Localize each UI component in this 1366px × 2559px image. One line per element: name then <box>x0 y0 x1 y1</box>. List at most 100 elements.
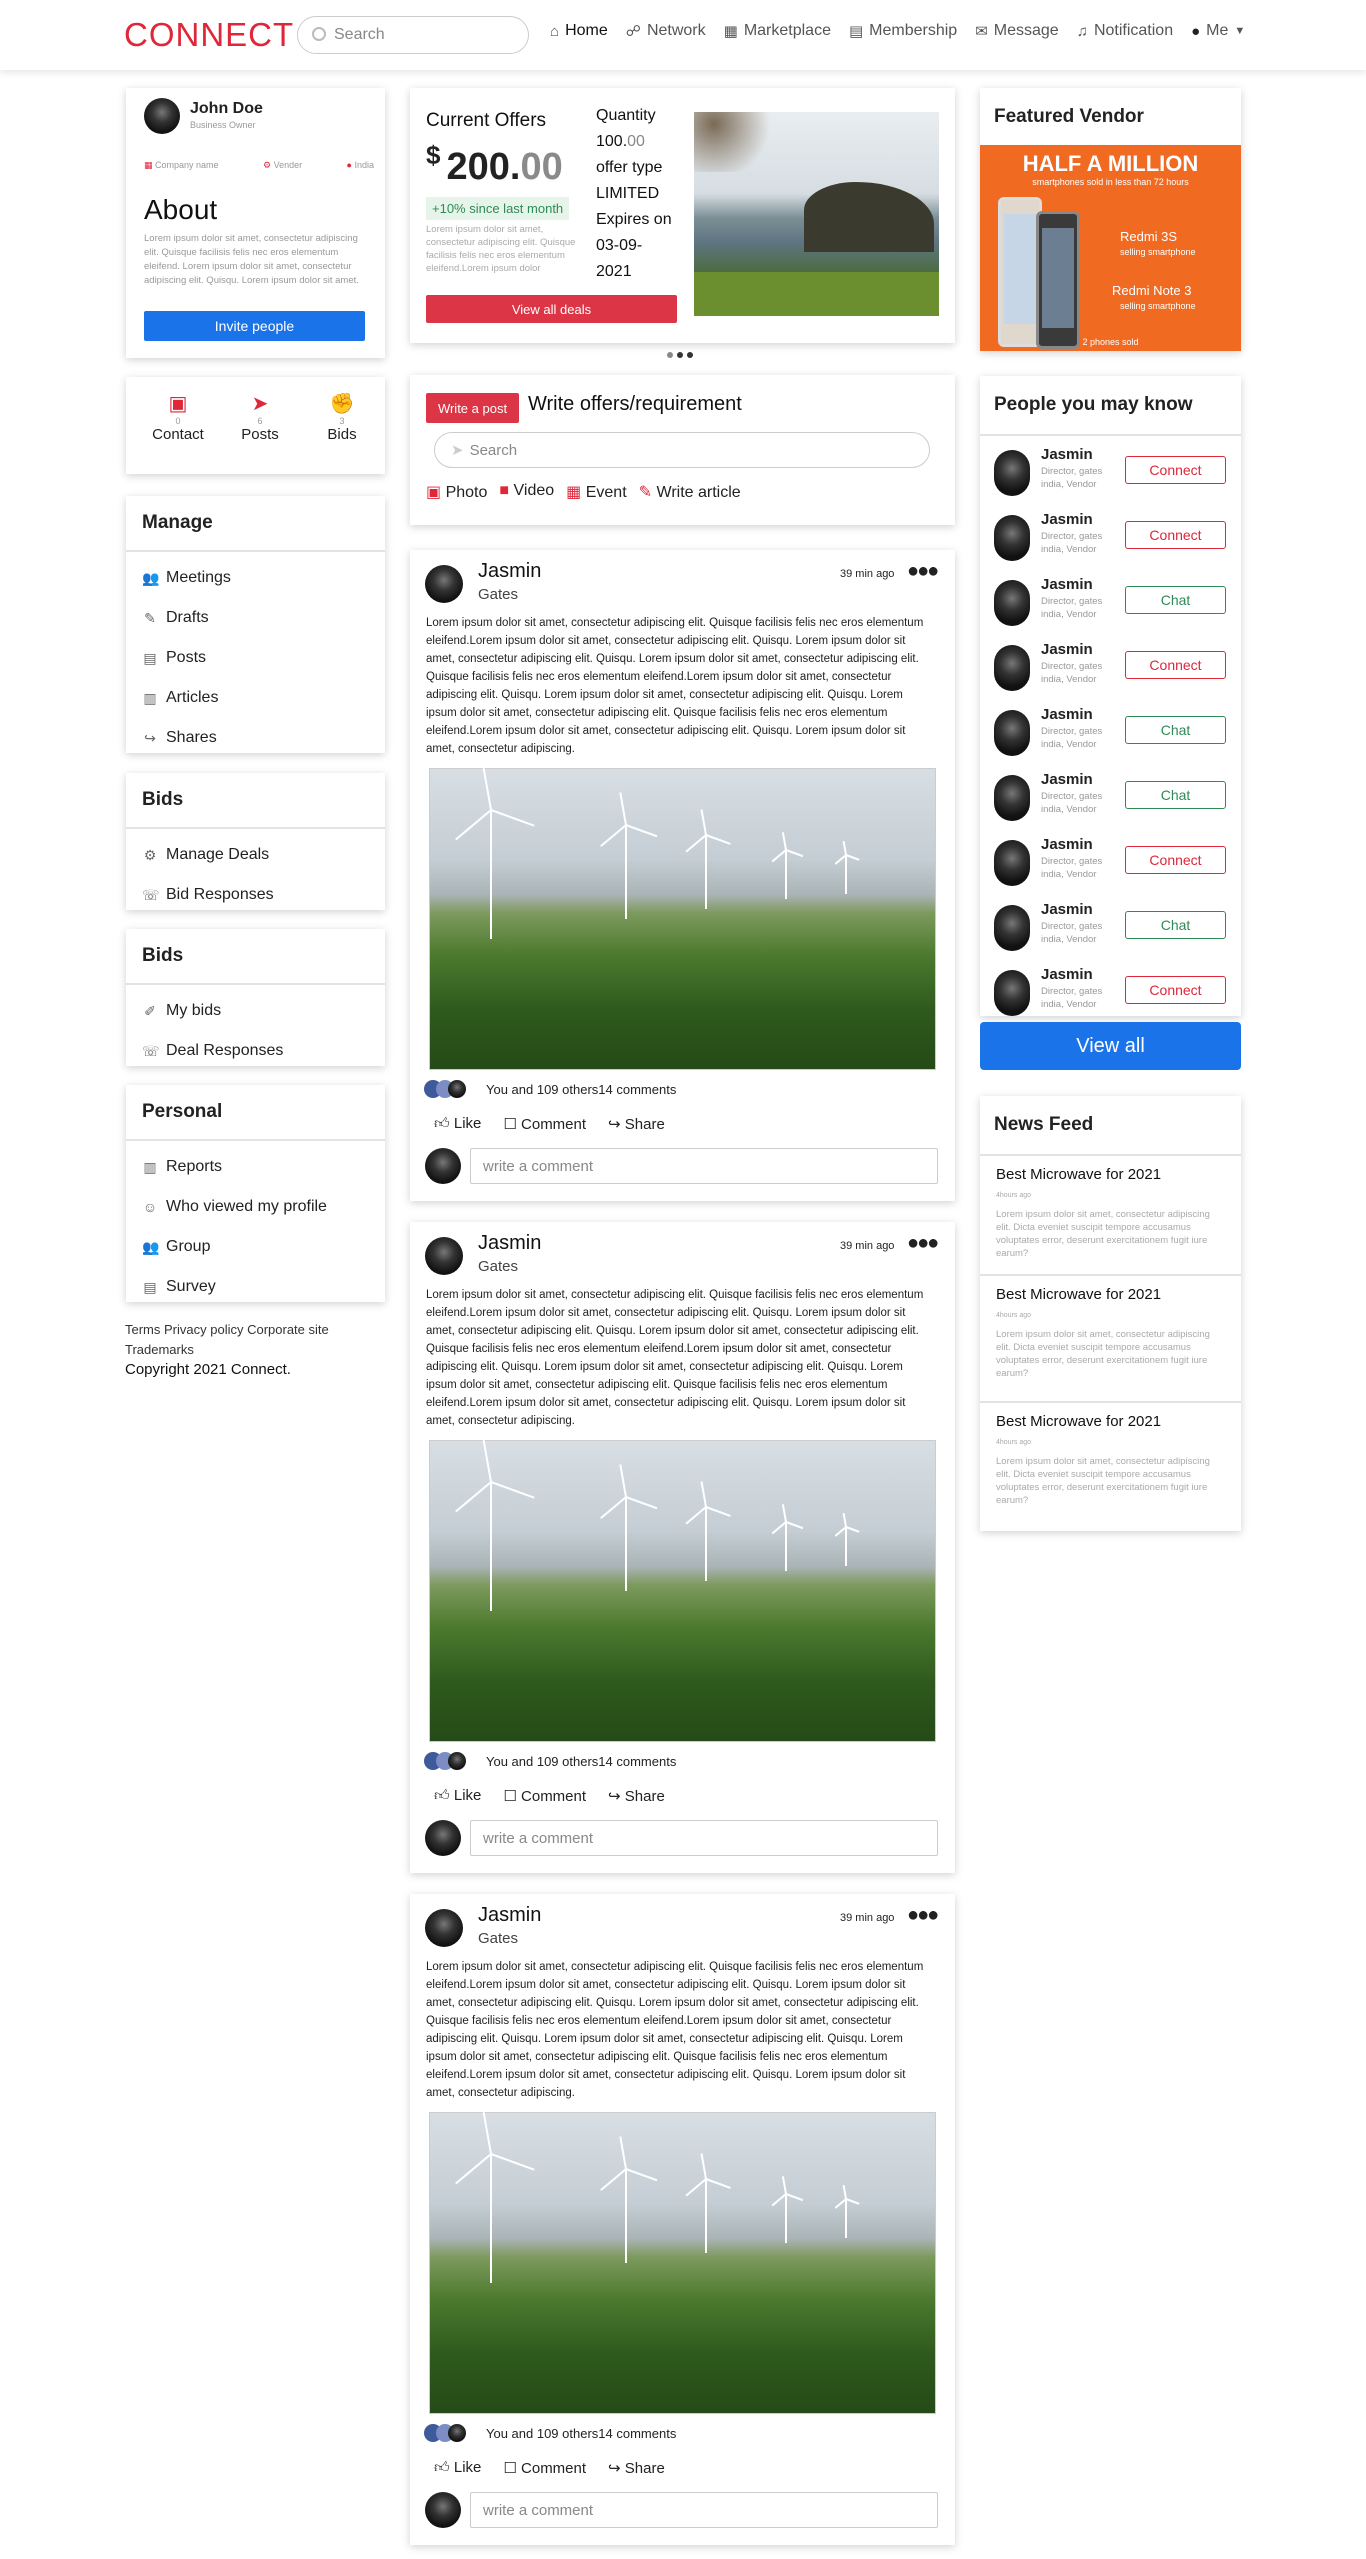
menu-my-bids[interactable]: ✐ My bids <box>126 991 385 1031</box>
menu-drafts[interactable]: ✎ Drafts <box>126 598 385 638</box>
carousel-dot-active[interactable] <box>677 352 683 358</box>
news-item[interactable]: Best Microwave for 2021 4hours ago Lorem… <box>980 1274 1241 1401</box>
video-action[interactable]: ■ Video <box>499 482 554 502</box>
person-name[interactable]: Jasmin <box>1041 641 1093 658</box>
nav-network[interactable]: ☍ Network <box>626 22 706 40</box>
menu-bid-responses[interactable]: ☏ Bid Responses <box>126 875 385 915</box>
news-title[interactable]: Best Microwave for 2021 <box>996 1286 1161 1303</box>
view-all-people-button[interactable]: View all <box>980 1022 1241 1070</box>
stat-posts[interactable]: ➤ 6 Posts <box>230 391 290 443</box>
chat-button[interactable]: Chat <box>1125 586 1226 614</box>
article-action[interactable]: ✎ Write article <box>639 482 741 502</box>
person-avatar[interactable] <box>994 515 1030 561</box>
news-title[interactable]: Best Microwave for 2021 <box>996 1166 1161 1183</box>
chat-button[interactable]: Chat <box>1125 781 1226 809</box>
view-all-deals-button[interactable]: View all deals <box>426 295 677 323</box>
post-avatar[interactable] <box>425 1909 463 1947</box>
nav-message[interactable]: ✉ Message <box>975 22 1059 40</box>
search-input[interactable]: Search <box>297 16 529 54</box>
person-avatar[interactable] <box>994 775 1030 821</box>
carousel-dot[interactable] <box>667 352 673 358</box>
person-name[interactable]: Jasmin <box>1041 771 1093 788</box>
invite-people-button[interactable]: Invite people <box>144 311 365 341</box>
comment-button[interactable]: ☐ Comment <box>503 2459 586 2477</box>
post-author[interactable]: Jasmin <box>478 560 541 583</box>
nav-me[interactable]: ● Me ▼ <box>1191 22 1245 40</box>
person-name[interactable]: Jasmin <box>1041 706 1093 723</box>
person-avatar[interactable] <box>994 710 1030 756</box>
person-name[interactable]: Jasmin <box>1041 511 1093 528</box>
stat-bids[interactable]: ✊ 3 Bids <box>312 391 372 443</box>
more-options-icon[interactable]: ●●● <box>907 1904 939 1927</box>
nav-notification[interactable]: ♫ Notification <box>1077 22 1173 40</box>
menu-who-viewed[interactable]: ☺ Who viewed my profile <box>126 1187 385 1227</box>
post-avatar[interactable] <box>425 1237 463 1275</box>
nav-marketplace[interactable]: ▦ Marketplace <box>724 22 831 40</box>
person-name[interactable]: Jasmin <box>1041 901 1093 918</box>
more-options-icon[interactable]: ●●● <box>907 1232 939 1255</box>
carousel-dot[interactable] <box>687 352 693 358</box>
event-action[interactable]: ▦ Event <box>566 482 627 502</box>
app-logo[interactable]: CONNECT <box>124 16 294 54</box>
chat-button[interactable]: Chat <box>1125 716 1226 744</box>
person-name[interactable]: Jasmin <box>1041 576 1093 593</box>
comment-input[interactable]: write a comment <box>470 1148 938 1184</box>
post-author[interactable]: Jasmin <box>478 1232 541 1255</box>
person-avatar[interactable] <box>994 905 1030 951</box>
composer-search-input[interactable]: ➤ Search <box>434 432 930 468</box>
share-button[interactable]: ↪ Share <box>608 1787 665 1805</box>
offer-image[interactable] <box>694 112 939 316</box>
photo-action[interactable]: ▣ Photo <box>426 482 487 502</box>
menu-deal-responses[interactable]: ☏ Deal Responses <box>126 1031 385 1071</box>
person-avatar[interactable] <box>994 450 1030 496</box>
stat-contact[interactable]: ▣ 0 Contact <box>148 391 208 443</box>
post-author[interactable]: Jasmin <box>478 1904 541 1927</box>
comment-input[interactable]: write a comment <box>470 1820 938 1856</box>
menu-meetings[interactable]: 👥 Meetings <box>126 558 385 598</box>
connect-button[interactable]: Connect <box>1125 976 1226 1004</box>
person-avatar[interactable] <box>994 580 1030 626</box>
connect-button[interactable]: Connect <box>1125 846 1226 874</box>
menu-articles[interactable]: ▥ Articles <box>126 678 385 718</box>
chat-button[interactable]: Chat <box>1125 911 1226 939</box>
person-avatar[interactable] <box>994 840 1030 886</box>
vendor-ad[interactable]: HALF A MILLION smartphones sold in less … <box>980 145 1241 351</box>
post-image[interactable] <box>429 765 936 1070</box>
comment-count[interactable]: 14 comments <box>598 2426 676 2441</box>
write-post-button[interactable]: Write a post <box>426 393 519 423</box>
post-image[interactable] <box>429 1437 936 1742</box>
connect-button[interactable]: Connect <box>1125 521 1226 549</box>
reaction-summary[interactable]: You and 109 others14 comments <box>486 1082 676 1097</box>
post-avatar[interactable] <box>425 565 463 603</box>
reaction-summary[interactable]: You and 109 others14 comments <box>486 1754 676 1769</box>
connect-button[interactable]: Connect <box>1125 456 1226 484</box>
nav-home[interactable]: ⌂ Home <box>550 22 608 40</box>
menu-manage-deals[interactable]: ⚙ Manage Deals <box>126 835 385 875</box>
news-item[interactable]: Best Microwave for 2021 4hours ago Lorem… <box>980 1154 1241 1274</box>
footer-links[interactable]: Terms Privacy policy Corporate site <box>125 1320 385 1340</box>
profile-name[interactable]: John Doe <box>190 100 263 118</box>
connect-button[interactable]: Connect <box>1125 651 1226 679</box>
person-avatar[interactable] <box>994 970 1030 1016</box>
person-name[interactable]: Jasmin <box>1041 836 1093 853</box>
share-button[interactable]: ↪ Share <box>608 1115 665 1133</box>
comment-button[interactable]: ☐ Comment <box>503 1115 586 1133</box>
comment-input[interactable]: write a comment <box>470 2492 938 2528</box>
person-name[interactable]: Jasmin <box>1041 446 1093 463</box>
post-image[interactable] <box>429 2109 936 2414</box>
comment-button[interactable]: ☐ Comment <box>503 1787 586 1805</box>
menu-survey[interactable]: ▤ Survey <box>126 1267 385 1307</box>
reaction-summary[interactable]: You and 109 others14 comments <box>486 2426 676 2441</box>
menu-posts[interactable]: ▤ Posts <box>126 638 385 678</box>
person-name[interactable]: Jasmin <box>1041 966 1093 983</box>
profile-avatar[interactable] <box>144 98 180 134</box>
like-button[interactable]: 👍︎ Like <box>434 1115 481 1133</box>
share-button[interactable]: ↪ Share <box>608 2459 665 2477</box>
person-avatar[interactable] <box>994 645 1030 691</box>
like-button[interactable]: 👍︎ Like <box>434 1787 481 1805</box>
news-item[interactable]: Best Microwave for 2021 4hours ago Lorem… <box>980 1401 1241 1521</box>
menu-shares[interactable]: ↪ Shares <box>126 718 385 758</box>
menu-group[interactable]: 👥 Group <box>126 1227 385 1267</box>
footer-trademarks[interactable]: Trademarks <box>125 1340 385 1360</box>
carousel-dots[interactable] <box>667 352 693 358</box>
